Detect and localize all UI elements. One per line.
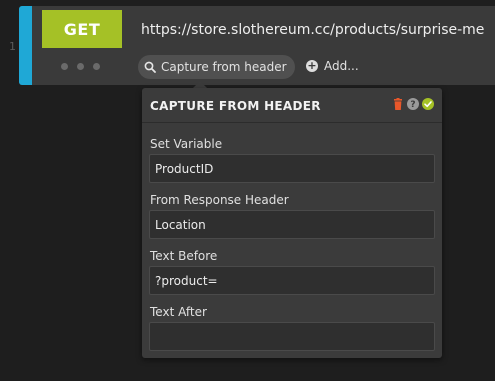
- popover-arrow: [193, 81, 207, 88]
- set-variable-input[interactable]: [149, 154, 435, 183]
- search-icon: [144, 61, 156, 73]
- line-number: 1: [9, 40, 16, 53]
- dot-icon: [77, 63, 84, 70]
- request-row[interactable]: GET https://store.slothereum.cc/products…: [19, 6, 495, 85]
- popover-actions: ?: [392, 98, 434, 110]
- dot-icon: [93, 63, 100, 70]
- text-after-label: Text After: [150, 305, 207, 319]
- add-label: Add...: [324, 59, 359, 73]
- check-icon[interactable]: [422, 98, 434, 110]
- capture-popover: CAPTURE FROM HEADER ? Set Variable From …: [142, 88, 442, 358]
- capture-chip-label: Capture from header: [161, 60, 287, 74]
- text-after-input[interactable]: [149, 322, 435, 351]
- request-url[interactable]: https://store.slothereum.cc/products/sur…: [141, 22, 484, 38]
- popover-title: CAPTURE FROM HEADER: [150, 99, 321, 113]
- response-header-input[interactable]: [149, 210, 435, 239]
- response-header-label: From Response Header: [150, 193, 289, 207]
- more-options-handle[interactable]: [61, 63, 100, 70]
- svg-text:?: ?: [410, 100, 415, 110]
- help-icon[interactable]: ?: [407, 98, 419, 110]
- request-accent-bar: [19, 6, 32, 85]
- text-before-label: Text Before: [150, 249, 218, 263]
- plus-circle-icon: +: [306, 59, 318, 72]
- text-before-input[interactable]: [149, 266, 435, 295]
- dot-icon: [61, 63, 68, 70]
- add-button[interactable]: + Add...: [306, 59, 359, 73]
- capture-from-header-chip[interactable]: Capture from header: [138, 55, 295, 79]
- trash-icon[interactable]: [392, 98, 404, 110]
- method-button[interactable]: GET: [42, 10, 122, 48]
- set-variable-label: Set Variable: [150, 137, 223, 151]
- popover-header: CAPTURE FROM HEADER ?: [142, 88, 442, 123]
